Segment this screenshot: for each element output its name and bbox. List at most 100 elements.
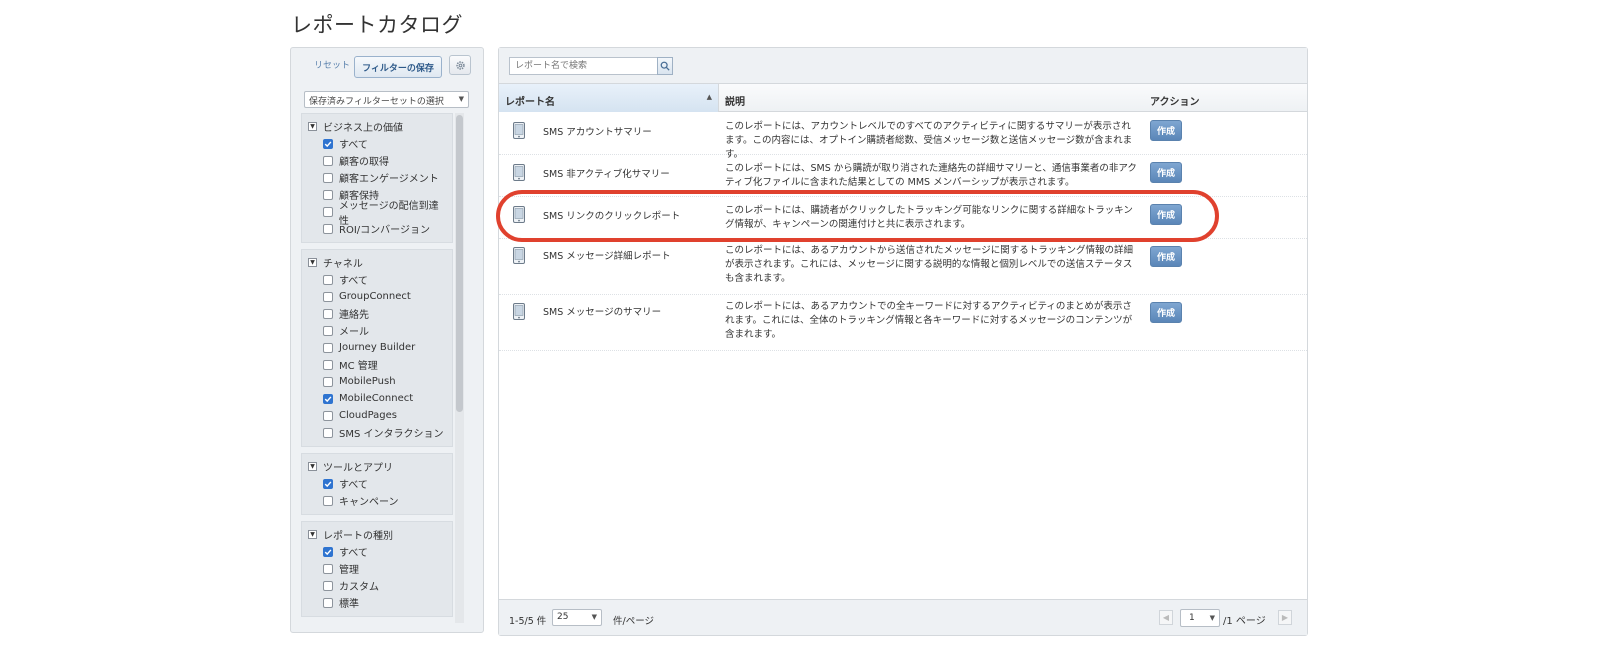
filter-group-header[interactable]: ▼ ビジネス上の価値 (308, 118, 446, 135)
filter-settings-button[interactable] (449, 55, 471, 75)
search-input[interactable] (509, 57, 659, 75)
page-title: レポートカタログ (291, 13, 463, 37)
chevron-right-icon: ▶ (1281, 613, 1289, 622)
filter-group: ▼ ツールとアプリすべてキャンペーン (301, 453, 453, 515)
mobile-device-icon (513, 206, 525, 223)
search-bar (499, 48, 1307, 84)
filter-option-label: Journey Builder (339, 342, 416, 353)
filter-group-header[interactable]: ▼ レポートの種別 (308, 526, 446, 543)
table-row: SMS メッセージ詳細レポート このレポートには、あるアカウントから送信されたメッ… (499, 239, 1307, 295)
filter-option-label: 管理 (339, 565, 359, 576)
collapse-icon[interactable]: ▼ (308, 122, 317, 131)
report-name[interactable]: SMS アカウントサマリー (543, 124, 652, 138)
filter-option[interactable]: SMS インタラクション (308, 424, 446, 441)
create-report-button[interactable]: 作成 (1150, 120, 1182, 141)
checkbox[interactable] (323, 563, 333, 574)
filter-option[interactable]: カスタム (308, 577, 446, 594)
filter-scrollbar-thumb[interactable] (456, 115, 463, 412)
sort-ascending-icon: ▲ (706, 93, 712, 101)
search-button[interactable] (657, 57, 673, 75)
page-number-select[interactable]: 1 ▼ (1180, 609, 1220, 627)
filter-option[interactable]: MC 管理 (308, 356, 446, 373)
checkbox[interactable] (323, 325, 333, 336)
filter-option[interactable]: Journey Builder (308, 339, 446, 356)
filter-option[interactable]: 管理 (308, 560, 446, 577)
filter-option[interactable]: 連絡先 (308, 305, 446, 322)
checkbox[interactable] (323, 478, 333, 489)
filter-option-label: MobileConnect (339, 393, 414, 404)
filter-option[interactable]: MobileConnect (308, 390, 446, 407)
collapse-icon[interactable]: ▼ (308, 258, 317, 267)
column-header-name[interactable]: レポート名 ▲ (499, 84, 719, 112)
filter-option-label: すべて (339, 480, 368, 491)
table-footer: 1-5/5 件 25 ▼ 件/ページ ◀ 1 ▼ /1 ページ ▶ (499, 599, 1307, 635)
filter-option[interactable]: MobilePush (308, 373, 446, 390)
checkbox[interactable] (323, 308, 333, 319)
checkbox[interactable] (323, 206, 333, 217)
checkbox[interactable] (323, 580, 333, 591)
save-filter-button[interactable]: フィルターの保存 (354, 56, 442, 78)
report-name[interactable]: SMS 非アクティブ化サマリー (543, 166, 670, 180)
saved-filter-set-select[interactable]: 保存済みフィルターセットの選択 ▼ (304, 91, 469, 108)
checkbox[interactable] (323, 376, 333, 387)
checkbox[interactable] (323, 155, 333, 166)
collapse-icon[interactable]: ▼ (308, 462, 317, 471)
reset-link[interactable]: リセット (314, 58, 350, 71)
previous-page-button[interactable]: ◀ (1159, 610, 1173, 625)
filter-option[interactable]: GroupConnect (308, 288, 446, 305)
report-name[interactable]: SMS メッセージのサマリー (543, 304, 661, 318)
checkbox[interactable] (323, 291, 333, 302)
filter-option-label: キャンペーン (339, 497, 399, 508)
checkbox[interactable] (323, 189, 333, 200)
checkbox[interactable] (323, 393, 333, 404)
filter-option[interactable]: CloudPages (308, 407, 446, 424)
checkbox[interactable] (323, 495, 333, 506)
filter-option[interactable]: すべて (308, 543, 446, 560)
create-report-button[interactable]: 作成 (1150, 204, 1182, 225)
per-page-select[interactable]: 25 ▼ (552, 609, 602, 626)
mobile-device-icon (513, 122, 525, 139)
filter-option[interactable]: すべて (308, 271, 446, 288)
page-total: /1 ページ (1223, 616, 1266, 627)
create-report-button[interactable]: 作成 (1150, 246, 1182, 267)
result-count: 1-5/5 件 (509, 616, 547, 627)
filter-option[interactable]: メール (308, 322, 446, 339)
filter-option-label: MobilePush (339, 376, 396, 387)
filter-option-label: 標準 (339, 599, 359, 610)
checkbox[interactable] (323, 410, 333, 421)
table-header: レポート名 ▲ 説明 アクション (499, 84, 1307, 112)
checkbox[interactable] (323, 597, 333, 608)
filter-option[interactable]: メッセージの配信到達性 (308, 201, 446, 227)
report-list-panel: レポート名 ▲ 説明 アクション SMS アカウントサマリーこのレポートには、ア… (498, 47, 1308, 636)
checkbox[interactable] (323, 342, 333, 353)
create-report-button[interactable]: 作成 (1150, 162, 1182, 183)
column-header-action: アクション (1150, 97, 1200, 108)
filter-group-header[interactable]: ▼ ツールとアプリ (308, 458, 446, 475)
filter-option[interactable]: 標準 (308, 594, 446, 611)
report-name[interactable]: SMS メッセージ詳細レポート (543, 248, 671, 262)
filter-option[interactable]: 顧客エンゲージメント (308, 169, 446, 186)
checkbox[interactable] (323, 359, 333, 370)
chevron-down-icon: ▼ (591, 613, 597, 621)
checkbox[interactable] (323, 427, 333, 438)
checkbox[interactable] (323, 172, 333, 183)
filter-option[interactable]: すべて (308, 475, 446, 492)
next-page-button[interactable]: ▶ (1278, 610, 1292, 625)
filter-option-label: 顧客エンゲージメント (339, 174, 439, 185)
filter-option-label: すべて (339, 548, 368, 559)
report-name[interactable]: SMS リンクのクリックレポート (543, 208, 680, 222)
report-description: このレポートには、あるアカウントでの全キーワードに対するアクティビティのまとめが… (725, 301, 1133, 340)
checkbox[interactable] (323, 223, 333, 234)
filter-option[interactable]: 顧客の取得 (308, 152, 446, 169)
filter-option[interactable]: すべて (308, 135, 446, 152)
collapse-icon[interactable]: ▼ (308, 530, 317, 539)
filter-option[interactable]: キャンペーン (308, 492, 446, 509)
filter-groups: ▼ ビジネス上の価値 すべて 顧客の取得 顧客エンゲージメント 顧客保持 メッセージの配信到… (301, 113, 466, 633)
filter-group-header[interactable]: ▼ チャネル (308, 254, 446, 271)
mobile-device-icon (513, 247, 525, 264)
checkbox[interactable] (323, 546, 333, 557)
checkbox[interactable] (323, 274, 333, 285)
create-report-button[interactable]: 作成 (1150, 302, 1182, 323)
checkbox[interactable] (323, 138, 333, 149)
filter-option[interactable]: ROI/コンバージョン (308, 220, 446, 237)
